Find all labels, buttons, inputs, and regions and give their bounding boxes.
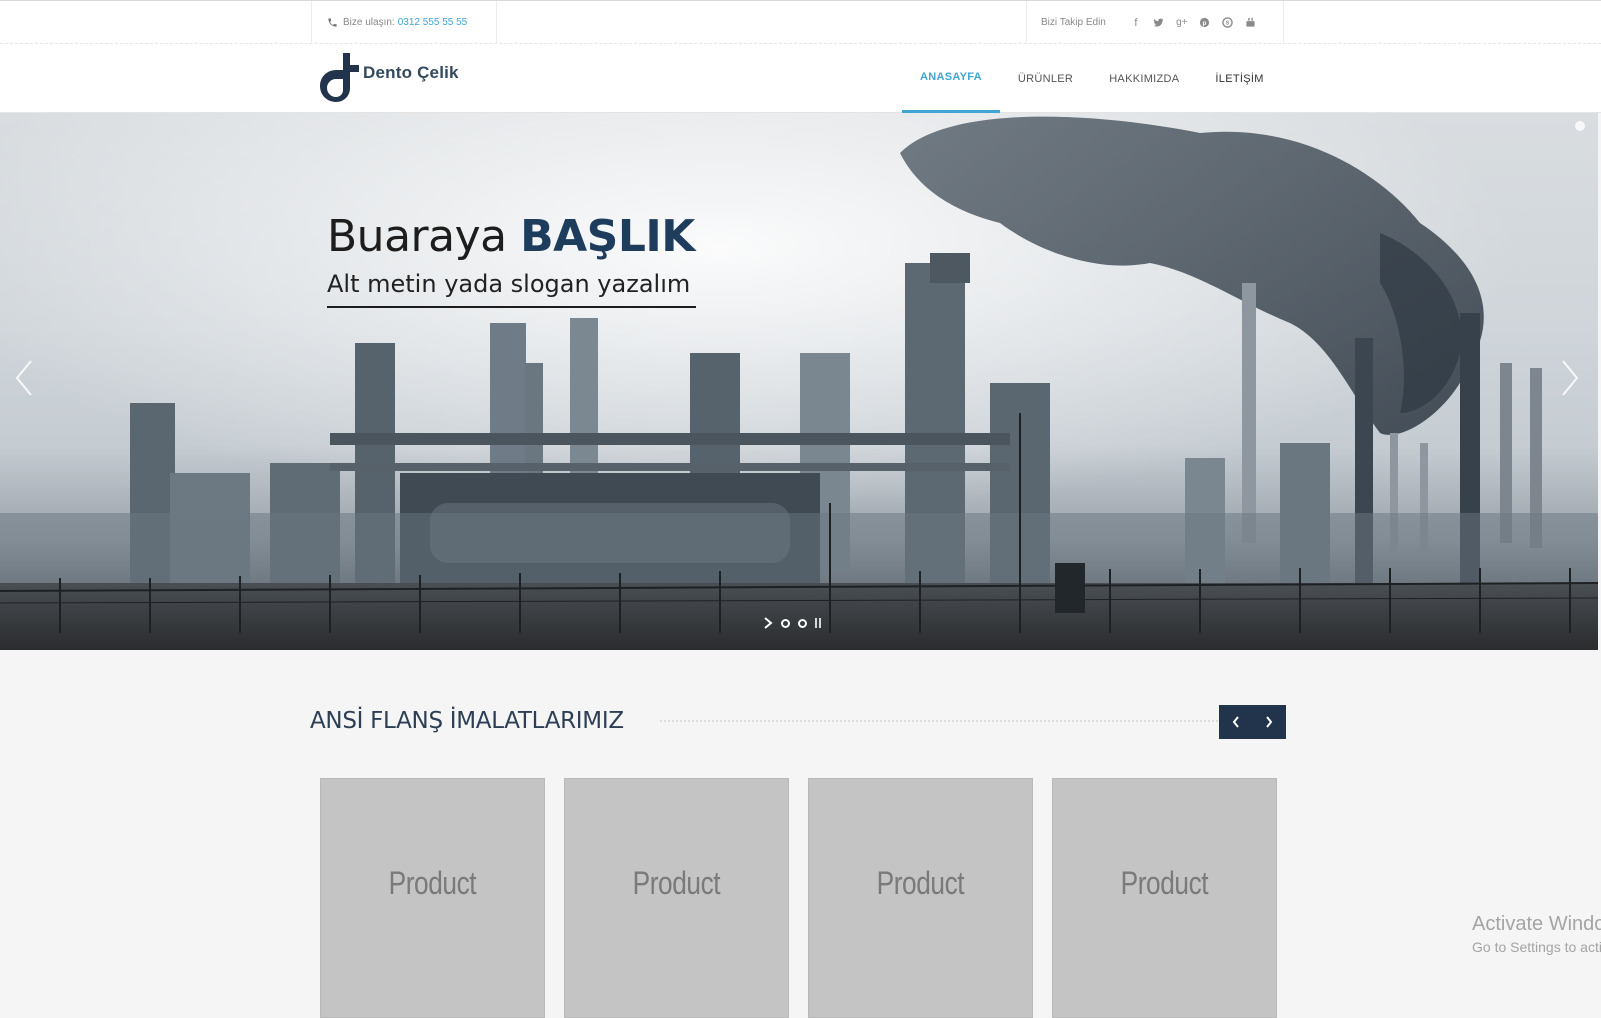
product-placeholder-label: Product: [388, 864, 477, 901]
facebook-icon[interactable]: f: [1130, 17, 1142, 29]
hero-title-bold: BAŞLIK: [520, 211, 695, 262]
main-nav: ANASAYFA ÜRÜNLER HAKKIMIZDA İLETİŞİM: [902, 44, 1282, 113]
phone-icon: [328, 18, 337, 27]
chevron-left-icon: [1232, 716, 1239, 728]
product-card[interactable]: Product: [1052, 778, 1277, 1018]
hero-caption: Buaraya BAŞLIK Alt metin yada slogan yaz…: [327, 211, 697, 308]
nav-item-anasayfa[interactable]: ANASAYFA: [902, 44, 1000, 113]
follow-label: Bizi Takip Edin: [1041, 17, 1106, 28]
slider-pager: [763, 617, 821, 629]
play-icon[interactable]: [763, 617, 773, 629]
slider-prev-button[interactable]: [12, 358, 36, 398]
slider-timer-indicator: [1575, 121, 1585, 131]
hero-background-image: [0, 113, 1598, 650]
svg-text:p: p: [1203, 20, 1207, 27]
watermark-line-1: Activate Windows: [1472, 913, 1601, 935]
pinterest-icon[interactable]: p: [1199, 17, 1211, 29]
carousel-controls: [1219, 705, 1286, 739]
slider-dot-1[interactable]: [781, 618, 790, 628]
hero-subtitle: Alt metin yada slogan yazalım: [327, 270, 697, 308]
skype-icon[interactable]: S: [1222, 17, 1234, 29]
section-divider: [660, 720, 1226, 722]
chevron-right-icon: [1562, 360, 1579, 396]
nav-item-iletisim[interactable]: İLETİŞİM: [1197, 44, 1281, 113]
contact-info: Bize ulaşın: 0312 555 55 55: [311, 1, 497, 44]
slider-dot-2[interactable]: [798, 618, 807, 628]
site-header: Dento Çelik ANASAYFA ÜRÜNLER HAKKIMIZDA …: [0, 44, 1601, 113]
product-placeholder-label: Product: [1120, 864, 1209, 901]
brand-name: Dento Çelik: [363, 63, 459, 82]
social-follow: Bizi Takip Edin f g+ p S: [1026, 1, 1284, 44]
hero-title-light: Buaraya: [327, 211, 507, 262]
section-title: ANSİ FLANŞ İMALATLARIMIZ: [310, 708, 624, 734]
product-carousel: Product Product Product Product: [320, 778, 1277, 1018]
site-logo[interactable]: Dento Çelik: [311, 51, 459, 103]
logo-mark-icon: [320, 53, 359, 102]
watermark-line-2: Go to Settings to activate Windows.: [1472, 939, 1601, 955]
phone-number-link[interactable]: 0312 555 55 55: [398, 17, 468, 28]
product-placeholder-label: Product: [876, 864, 965, 901]
product-placeholder-label: Product: [632, 864, 721, 901]
svg-text:S: S: [1226, 20, 1230, 26]
contact-label: Bize ulaşın:: [343, 17, 395, 28]
nav-item-hakkimizda[interactable]: HAKKIMIZDA: [1091, 44, 1197, 113]
twitter-icon[interactable]: [1153, 17, 1165, 29]
chevron-left-icon: [15, 360, 32, 396]
top-bar: Bize ulaşın: 0312 555 55 55 Bizi Takip E…: [0, 0, 1601, 44]
social-links: f g+ p S: [1130, 17, 1257, 29]
pause-icon[interactable]: [815, 618, 821, 628]
windows-activation-watermark: Activate Windows Go to Settings to activ…: [1472, 913, 1601, 955]
product-card[interactable]: Product: [564, 778, 789, 1018]
slider-next-button[interactable]: [1558, 358, 1582, 398]
google-plus-icon[interactable]: g+: [1176, 17, 1188, 29]
youtube-icon[interactable]: [1245, 17, 1257, 29]
hero-slider: Buaraya BAŞLIK Alt metin yada slogan yaz…: [0, 113, 1598, 650]
product-card[interactable]: Product: [808, 778, 1033, 1018]
nav-item-urunler[interactable]: ÜRÜNLER: [1000, 44, 1091, 113]
hero-title: Buaraya BAŞLIK: [327, 211, 696, 262]
product-card[interactable]: Product: [320, 778, 545, 1018]
products-section-header: ANSİ FLANŞ İMALATLARIMIZ: [310, 700, 1286, 740]
carousel-prev-button[interactable]: [1219, 705, 1253, 739]
chevron-right-icon: [1266, 716, 1273, 728]
carousel-next-button[interactable]: [1253, 705, 1287, 739]
